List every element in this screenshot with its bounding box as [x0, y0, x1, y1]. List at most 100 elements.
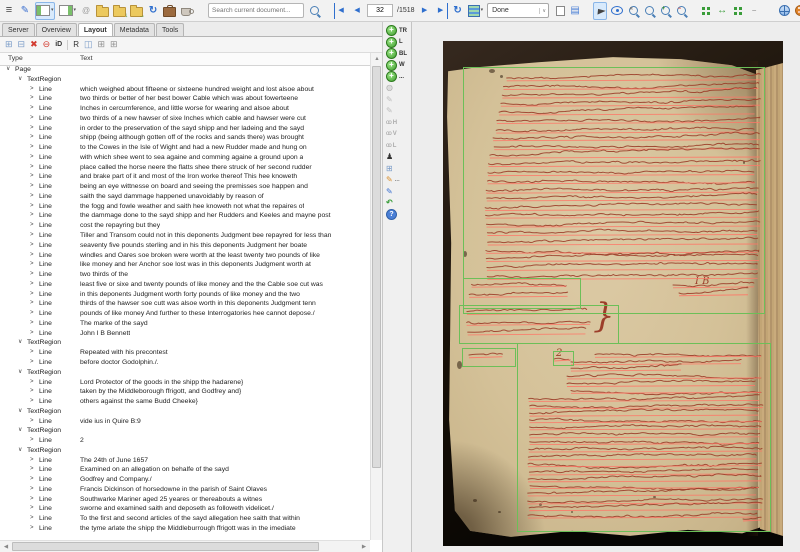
zoom-previous-button[interactable]: «: [627, 3, 639, 19]
left-panel-toggle[interactable]: ▾: [35, 2, 55, 20]
tree-row-line[interactable]: >LineLord Protector of the goods in the …: [0, 378, 370, 388]
tree-row-text[interactable]: Southwarke Mariner aged 25 yeares or the…: [80, 495, 262, 505]
tree-row-text[interactable]: the fogg and fowle weather and saith hee…: [80, 202, 304, 212]
tree-row-text[interactable]: windles and Oares soe broken were worth …: [80, 251, 320, 261]
tree-row-text[interactable]: like money and her Anchor soe lost was i…: [80, 260, 311, 270]
tree-row-text[interactable]: vide ius in Quire B:9: [80, 417, 141, 427]
tree-row-textregion[interactable]: ∨TextRegion: [0, 407, 370, 417]
prev-page-button[interactable]: ◀: [351, 3, 363, 19]
visibility-button[interactable]: [611, 3, 623, 19]
twisty-icon[interactable]: >: [30, 397, 34, 407]
tree-row-line[interactable]: >Linelike money and her Anchor soe lost …: [0, 260, 370, 270]
tab-tools[interactable]: Tools: [156, 23, 184, 36]
twisty-icon[interactable]: >: [30, 251, 34, 261]
image-canvas[interactable]: }I B2: [412, 22, 800, 552]
tree-row-line[interactable]: >Lineleast five or sixe and twenty pound…: [0, 280, 370, 290]
tree-row-line[interactable]: >Linetaken by the Middleborough ffrigott…: [0, 387, 370, 397]
tree-row-line[interactable]: >LineRepeated with his precontest: [0, 348, 370, 358]
copy-button[interactable]: [553, 3, 565, 19]
select-tool-button[interactable]: [593, 2, 607, 20]
region-vide-ius[interactable]: [462, 348, 516, 367]
insert-below-icon[interactable]: ⊞: [110, 40, 118, 49]
tree-row-text[interactable]: saith the sayd dammage happened unavoida…: [80, 192, 264, 202]
tree-row-line[interactable]: >Linethe dammage done to the sayd shipp …: [0, 211, 370, 221]
tree-row-line[interactable]: >LineGodfrey and Company./: [0, 475, 370, 485]
tree-row-line[interactable]: >Linevide ius in Quire B:9: [0, 417, 370, 427]
assign-parent-icon[interactable]: ✎: [383, 95, 393, 104]
tree-row-line[interactable]: >LineThe marke of the sayd: [0, 319, 370, 329]
twisty-icon[interactable]: ∨: [18, 338, 22, 348]
twisty-icon[interactable]: >: [30, 211, 34, 221]
twisty-icon[interactable]: ∨: [18, 446, 22, 456]
menu-icon[interactable]: ≡: [3, 3, 15, 19]
twisty-icon[interactable]: >: [30, 202, 34, 212]
tree-row-line[interactable]: >Lineshipp (being although gotten off of…: [0, 133, 370, 143]
link-horizontal-icon[interactable]: ooH: [383, 118, 397, 127]
undo-icon[interactable]: ↶: [383, 199, 393, 208]
twisty-icon[interactable]: >: [30, 124, 34, 134]
fit-width-button[interactable]: ↔: [716, 3, 728, 19]
tree-row-text[interactable]: Godfrey and Company./: [80, 475, 152, 485]
tree-row-text[interactable]: Inches in cercumference, and little wors…: [80, 104, 289, 114]
tree-row-text[interactable]: Tiller and Transom could not in this dep…: [80, 231, 331, 241]
fit-height-button[interactable]: [732, 3, 744, 19]
page-number-input[interactable]: [367, 4, 393, 17]
zoom-in-button[interactable]: +: [659, 3, 671, 19]
assign-child-icon[interactable]: ✎: [383, 107, 393, 116]
tree-row-line[interactable]: >Line2: [0, 436, 370, 446]
twisty-icon[interactable]: >: [30, 504, 34, 514]
tree-row-text[interactable]: Examined on an allegation on behalfe of …: [80, 465, 229, 475]
tree-row-line[interactable]: >LineJohn I B Bennett: [0, 329, 370, 339]
region-main-upper[interactable]: [463, 67, 765, 314]
link-vertical-icon[interactable]: ooV: [383, 130, 397, 139]
twisty-icon[interactable]: >: [30, 172, 34, 182]
tree-row-text[interactable]: The 24th of June 1657: [80, 456, 148, 466]
twisty-icon[interactable]: >: [30, 182, 34, 192]
tree-row-text[interactable]: sworne and examined saith and deposeth a…: [80, 504, 274, 514]
twisty-icon[interactable]: ∨: [18, 407, 22, 417]
tree-row-text[interactable]: two thirds or better of her best bower C…: [80, 94, 298, 104]
table-view-icon[interactable]: ◫: [84, 40, 93, 49]
tree-row-line[interactable]: >Linesworne and examined saith and depos…: [0, 504, 370, 514]
tree-row-textregion[interactable]: ∨TextRegion: [0, 338, 370, 348]
tree-row-line[interactable]: >Linebeing an eye wittnesse on board and…: [0, 182, 370, 192]
tree-row-text[interactable]: pounds of like money And further to thes…: [80, 309, 315, 319]
link-line-icon[interactable]: ooL: [383, 141, 396, 150]
twisty-icon[interactable]: ∨: [18, 426, 22, 436]
tree-row-line[interactable]: >Linetwo thirds or better of her best bo…: [0, 94, 370, 104]
twisty-icon[interactable]: >: [30, 192, 34, 202]
tree-row-line[interactable]: >Lineplace called the horse neere the fl…: [0, 163, 370, 173]
horizontal-scroll-thumb[interactable]: [12, 542, 319, 551]
tree-row-line[interactable]: >LineTiller and Transom could not in thi…: [0, 231, 370, 241]
tree-row-text[interactable]: The marke of the sayd: [80, 319, 148, 329]
twisty-icon[interactable]: >: [30, 348, 34, 358]
twisty-icon[interactable]: >: [30, 260, 34, 270]
twisty-icon[interactable]: >: [30, 94, 34, 104]
search-input[interactable]: [208, 3, 304, 18]
twisty-icon[interactable]: ∨: [6, 65, 10, 75]
twisty-icon[interactable]: >: [30, 280, 34, 290]
tree-row-line[interactable]: >LineFrancis Dickinson of horsedowne in …: [0, 485, 370, 495]
twisty-icon[interactable]: >: [30, 524, 34, 534]
twisty-icon[interactable]: ∨: [18, 75, 22, 85]
globe-icon[interactable]: ◍: [383, 84, 393, 93]
tree-row-line[interactable]: >Linepounds of like money And further to…: [0, 309, 370, 319]
region-lord-protector[interactable]: [459, 305, 619, 344]
tree-row-line[interactable]: >Linethe tyme arlate the shipp the Middl…: [0, 524, 370, 534]
first-page-button[interactable]: ◀: [334, 3, 347, 19]
twisty-icon[interactable]: >: [30, 104, 34, 114]
next-page-button[interactable]: ▶: [419, 3, 431, 19]
at-button[interactable]: @: [80, 3, 92, 19]
briefcase-button[interactable]: [163, 3, 176, 19]
tree-row-line[interactable]: >Linesaith the sayd dammage happened una…: [0, 192, 370, 202]
right-panel-toggle-dropdown-icon[interactable]: ▾: [74, 8, 77, 13]
twisty-icon[interactable]: >: [30, 221, 34, 231]
tree-row-line[interactable]: >LineSouthwarke Mariner aged 25 yeares o…: [0, 495, 370, 505]
twisty-icon[interactable]: >: [30, 231, 34, 241]
twisty-icon[interactable]: >: [30, 514, 34, 524]
expand-all-icon[interactable]: ⊞: [5, 40, 13, 49]
tree-row-text[interactable]: in order to the preservation of the sayd…: [80, 124, 304, 134]
tree-row-line[interactable]: >LineTo the first and second articles of…: [0, 514, 370, 524]
twisty-icon[interactable]: >: [30, 456, 34, 466]
tree-row-text[interactable]: John I B Bennett: [80, 329, 130, 339]
